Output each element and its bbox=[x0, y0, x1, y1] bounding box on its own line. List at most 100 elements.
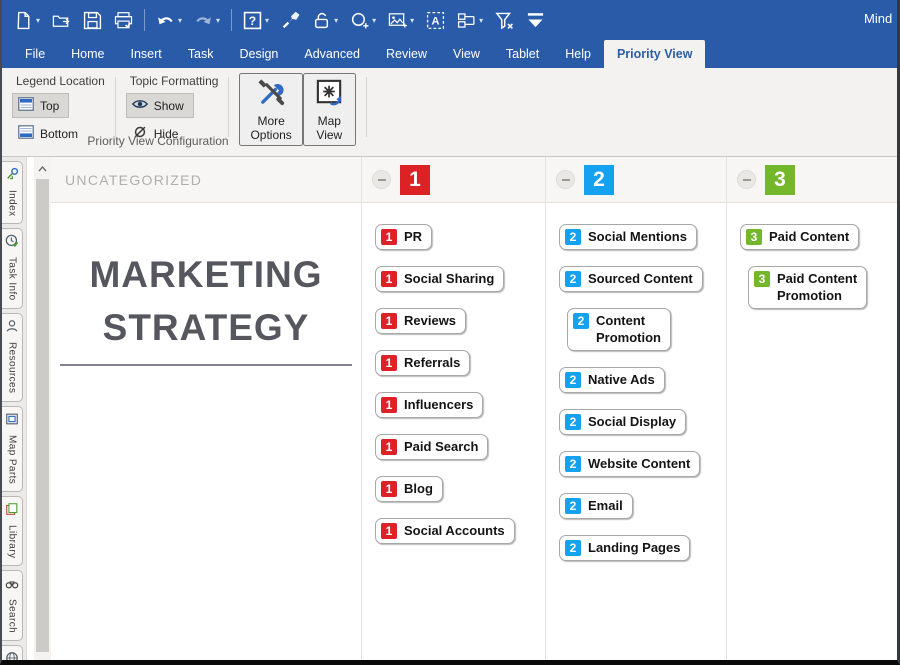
library-icon bbox=[5, 502, 19, 521]
priority-3-items: 3Paid Content 3Paid Content Promotion bbox=[727, 203, 897, 660]
map-view-button[interactable]: Map View bbox=[303, 73, 356, 146]
topic-pill[interactable]: 2Social Mentions bbox=[559, 224, 697, 250]
topic-pill[interactable]: 1Paid Search bbox=[375, 434, 488, 460]
scrollbar-thumb[interactable] bbox=[36, 179, 49, 652]
topic-pill[interactable]: 2Sourced Content bbox=[559, 266, 703, 292]
priority-board: UNCATEGORIZED MARKETING STRATEGY 1 1PR1S… bbox=[51, 157, 897, 660]
topic-pill[interactable]: 2Email bbox=[559, 493, 633, 519]
topic-pill[interactable]: 3Paid Content bbox=[740, 224, 859, 250]
topic-pill[interactable]: 2 Native Ads bbox=[559, 367, 665, 393]
topic-pill[interactable]: 1Referrals bbox=[375, 350, 470, 376]
customize-toolbar-button[interactable] bbox=[520, 6, 551, 34]
sidebar-tab-label: Library bbox=[7, 525, 18, 558]
select-text-button[interactable]: A bbox=[420, 6, 451, 34]
vertical-scrollbar[interactable] bbox=[34, 157, 51, 660]
scroll-up-icon[interactable] bbox=[38, 157, 47, 176]
tab-file[interactable]: File bbox=[12, 40, 58, 68]
topic-pill[interactable]: 1Social Sharing bbox=[375, 266, 504, 292]
topic-pill[interactable]: 3Paid Content Promotion bbox=[748, 266, 867, 309]
topic-label: Landing Pages bbox=[588, 539, 680, 556]
insert-image-button[interactable]: ▾ bbox=[382, 6, 420, 34]
priority-2-badge: 2 bbox=[573, 313, 589, 329]
new-document-button[interactable]: ▾ bbox=[8, 6, 46, 34]
priority-2-badge: 2 bbox=[565, 372, 581, 388]
sidebar-tab-search[interactable]: Search bbox=[2, 570, 23, 641]
map-parts-icon bbox=[5, 412, 19, 431]
tab-home[interactable]: Home bbox=[58, 40, 117, 68]
sidebar-tab-label: Resources bbox=[7, 342, 18, 393]
topic-pill[interactable]: 2Social Display bbox=[559, 409, 686, 435]
topic-pill[interactable]: 1Social Accounts bbox=[375, 518, 515, 544]
tab-task[interactable]: Task bbox=[175, 40, 227, 68]
topic-label: Blog bbox=[404, 480, 433, 497]
tab-priority-view[interactable]: Priority View bbox=[604, 40, 706, 68]
sidebar-tab-index[interactable]: Index bbox=[2, 161, 23, 224]
ribbon-separator bbox=[366, 77, 367, 137]
sidebar-tab-map-parts[interactable]: Map Parts bbox=[2, 406, 23, 492]
topic-formatting-show-button[interactable]: Show bbox=[126, 93, 194, 118]
topic-pill[interactable]: 1Blog bbox=[375, 476, 443, 502]
undo-button[interactable]: ▾ bbox=[150, 6, 188, 34]
ribbon-separator bbox=[228, 77, 229, 137]
tab-insert[interactable]: Insert bbox=[118, 40, 175, 68]
topic-alignment-icon bbox=[457, 11, 476, 30]
legend-top-button[interactable]: Top bbox=[12, 93, 69, 118]
sidebar-tab-label: Search bbox=[7, 599, 18, 633]
toolbar-separator bbox=[144, 9, 145, 31]
topic-formatting-label: Topic Formatting bbox=[130, 74, 219, 88]
tab-review[interactable]: Review bbox=[373, 40, 440, 68]
tab-advanced[interactable]: Advanced bbox=[291, 40, 373, 68]
sidebar-tab-library[interactable]: Library bbox=[2, 496, 23, 566]
topic-pill[interactable]: 1Reviews bbox=[375, 308, 466, 334]
tab-view[interactable]: View bbox=[440, 40, 493, 68]
print-icon bbox=[114, 11, 133, 30]
quick-shape-button[interactable]: ▾ bbox=[344, 6, 382, 34]
customize-toolbar-icon bbox=[526, 11, 545, 30]
sidebar-tab-label: Map Parts bbox=[7, 435, 18, 484]
collapse-column-icon[interactable] bbox=[372, 170, 391, 189]
save-button[interactable] bbox=[77, 6, 108, 34]
priority-1-header: 1 bbox=[362, 157, 545, 203]
collapse-column-icon[interactable] bbox=[737, 170, 756, 189]
sidebar-tab-task-info[interactable]: Task Info bbox=[2, 228, 23, 309]
topic-alignment-button[interactable]: ▾ bbox=[451, 6, 489, 34]
title-bar: ▾▾▾?▾▾▾▾A▾ Mind bbox=[2, 0, 897, 40]
open-file-button[interactable] bbox=[46, 6, 77, 34]
central-topic[interactable]: MARKETING STRATEGY bbox=[60, 248, 352, 366]
format-painter-button[interactable] bbox=[275, 6, 306, 34]
dropdown-caret-icon: ▾ bbox=[178, 16, 182, 25]
column-priority-2: 2 2Social Mentions2Sourced Content2Conte… bbox=[545, 157, 726, 660]
sidebar-tab-browser[interactable]: Browser bbox=[2, 645, 23, 665]
more-options-icon bbox=[256, 77, 287, 114]
help-button[interactable]: ?▾ bbox=[237, 6, 275, 34]
priority-1-badge: 1 bbox=[381, 229, 397, 245]
collapse-column-icon[interactable] bbox=[556, 170, 575, 189]
undo-icon bbox=[156, 11, 175, 30]
sidebar-tab-resources[interactable]: Resources bbox=[2, 313, 23, 401]
topic-label: Social Mentions bbox=[588, 228, 687, 245]
ribbon-group-label: Priority View Configuration bbox=[12, 134, 304, 148]
topic-label: Native Ads bbox=[588, 371, 655, 388]
topic-label: Content Promotion bbox=[596, 312, 661, 346]
topic-label: Reviews bbox=[404, 312, 456, 329]
redo-button[interactable]: ▾ bbox=[188, 6, 226, 34]
topic-pill[interactable]: 1PR bbox=[375, 224, 432, 250]
legend-top-icon bbox=[18, 97, 34, 114]
legend-location-label: Legend Location bbox=[16, 74, 105, 88]
insert-image-icon bbox=[388, 11, 407, 30]
topic-pill[interactable]: 1Influencers bbox=[375, 392, 483, 418]
topic-pill[interactable]: 2Website Content bbox=[559, 451, 700, 477]
filter-button[interactable] bbox=[489, 6, 520, 34]
priority-2-badge: 2 bbox=[565, 271, 581, 287]
priority-2-badge: 2 bbox=[565, 540, 581, 556]
save-icon bbox=[83, 11, 102, 30]
topic-pill[interactable]: 2 Landing Pages bbox=[559, 535, 690, 561]
topic-pill[interactable]: 2 Content Promotion bbox=[567, 308, 671, 351]
lock-button[interactable]: ▾ bbox=[306, 6, 344, 34]
priority-2-badge: 2 bbox=[565, 414, 581, 430]
tab-help[interactable]: Help bbox=[552, 40, 604, 68]
resources-icon bbox=[5, 319, 19, 338]
tab-design[interactable]: Design bbox=[226, 40, 291, 68]
tab-tablet[interactable]: Tablet bbox=[493, 40, 552, 68]
print-button[interactable] bbox=[108, 6, 139, 34]
